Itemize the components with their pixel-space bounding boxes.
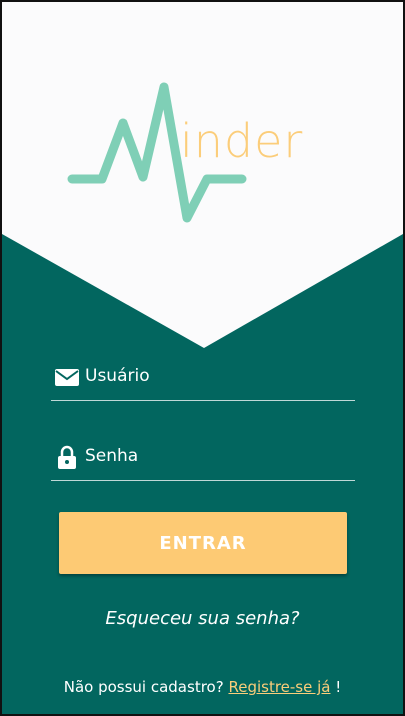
password-field[interactable]: [51, 436, 355, 481]
login-button[interactable]: ENTRAR: [59, 512, 347, 574]
lock-icon: [58, 445, 76, 469]
username-input[interactable]: [85, 362, 345, 390]
register-text: Não possui cadastro? Registre-se já !: [2, 678, 403, 696]
app-frame: inder ENTRAR Esqueceu sua senha? Não pos…: [0, 0, 405, 716]
register-suffix: !: [335, 678, 342, 696]
register-link[interactable]: Registre-se já: [228, 678, 330, 696]
logo-text: inder: [180, 114, 304, 168]
register-prefix: Não possui cadastro?: [63, 678, 224, 696]
password-input[interactable]: [85, 442, 345, 470]
username-field[interactable]: [51, 356, 355, 401]
mail-icon: [55, 369, 79, 386]
forgot-password-link[interactable]: Esqueceu sua senha?: [2, 608, 403, 629]
